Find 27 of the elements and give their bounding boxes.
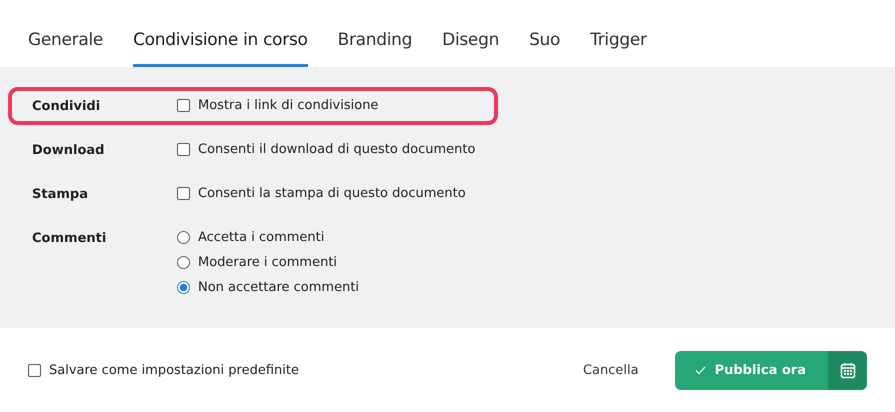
check-icon — [694, 366, 706, 374]
option-label: Mostra i link di condivisione — [198, 98, 378, 113]
tab[interactable]: Disegn — [442, 30, 500, 67]
tab[interactable]: Trigger — [590, 30, 647, 67]
checkbox[interactable] — [177, 187, 190, 200]
schedule-button[interactable] — [828, 350, 867, 390]
setting-label: Condividi — [32, 98, 102, 114]
cancel-button[interactable]: Cancella — [576, 362, 645, 378]
tab[interactable]: Suo — [529, 30, 560, 67]
option-label: Salvare come impostazioni predefinite — [49, 362, 299, 378]
option-label: Non accettare commenti — [198, 280, 360, 295]
checkbox[interactable] — [177, 99, 190, 112]
radio-button[interactable] — [177, 281, 190, 294]
radio-button[interactable] — [177, 256, 190, 269]
option-label: Accetta i commenti — [198, 230, 324, 245]
setting-label: Commenti — [32, 230, 108, 246]
tab[interactable]: Generale — [28, 30, 104, 67]
radio-button[interactable] — [177, 231, 190, 244]
checkbox[interactable] — [28, 364, 41, 376]
option-label: Consenti il download di questo documento — [198, 142, 476, 157]
tab[interactable]: Branding — [338, 30, 412, 67]
calendar-icon — [840, 362, 856, 378]
option-label: Consenti la stampa di questo documento — [198, 186, 466, 201]
checkbox[interactable] — [177, 143, 190, 156]
setting-label: Stampa — [32, 186, 89, 202]
option-label: Moderare i commenti — [198, 255, 338, 270]
setting-label: Download — [32, 142, 106, 158]
